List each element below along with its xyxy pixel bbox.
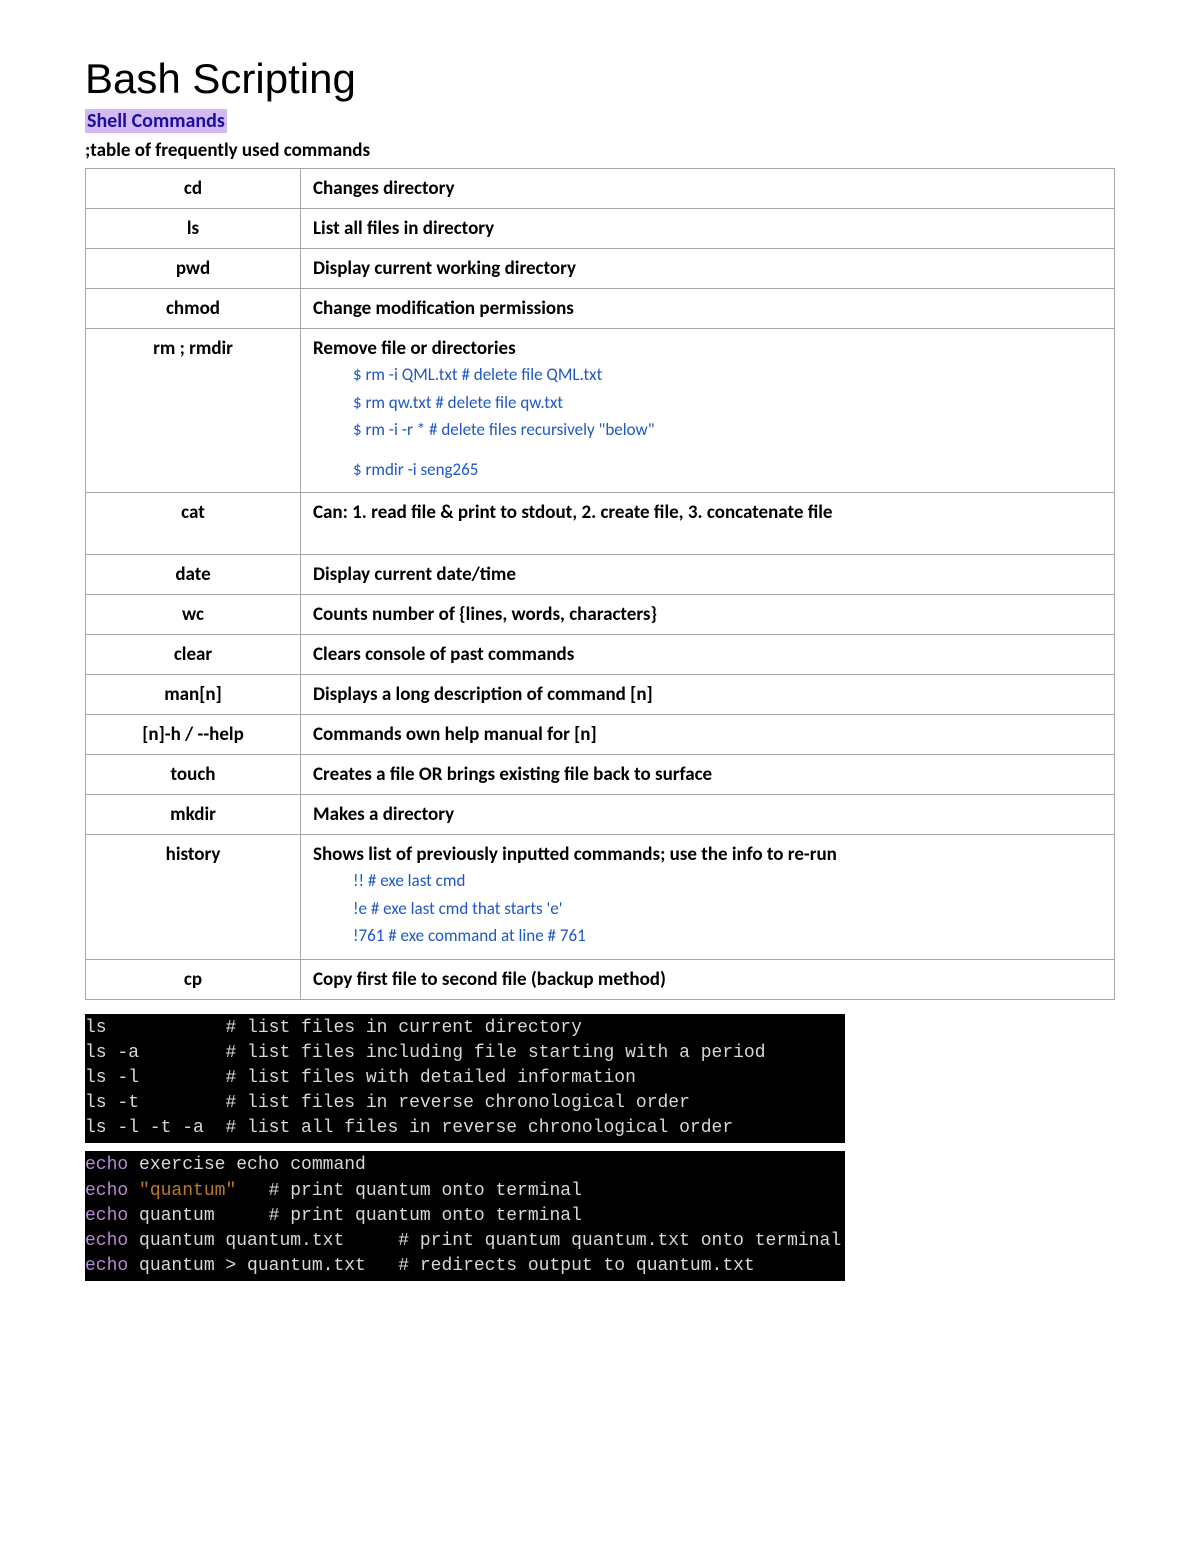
command-description-cell: Commands own help manual for [n] [301,715,1115,755]
table-row: clear Clears console of past commands [86,635,1115,675]
inline-code-line: $ rm -i -r * # delete files recursively … [353,417,1102,443]
table-row: man[n] Displays a long description of com… [86,675,1115,715]
table-row: wc Counts number of {lines, words, charac… [86,595,1115,635]
command-description-text: Shows list of previously inputted comman… [313,843,1102,866]
table-row: pwd Display current working directory [86,249,1115,289]
command-name-cell: ls [86,209,301,249]
command-description-text: Clears console of past commands [313,643,1102,666]
inline-code-line: !! # exe last cmd [353,868,1102,894]
table-row: rm ; rmdirRemove file or directories$ rm… [86,329,1115,493]
command-name-cell: cat [86,493,301,555]
command-name-cell: man[n] [86,675,301,715]
command-description-text: Display current date/time [313,563,1102,586]
table-row: history Shows list of previously inputted… [86,835,1115,960]
table-row: cat Can: 1. read file & print to stdout, … [86,493,1115,555]
inline-code-line: !e # exe last cmd that starts 'e' [353,896,1102,922]
command-description-text: Commands own help manual for [n] [313,723,1102,746]
command-description-text: Can: 1. read file & print to stdout, 2. … [313,501,1102,524]
section-heading-shell-commands: Shell Commands [85,109,227,133]
command-name-cell: mkdir [86,795,301,835]
command-name-cell: chmod [86,289,301,329]
command-description-text: Creates a file OR brings existing file b… [313,763,1102,786]
terminal-echo-examples: echo exercise echo command echo "quantum… [85,1151,845,1281]
command-name-cell: history [86,835,301,960]
document-page: Bash Scripting Shell Commands ;table of … [0,0,1200,1349]
page-title: Bash Scripting [85,55,1115,103]
inline-code-line: !761 # exe command at line # 761 [353,923,1102,949]
command-description-cell: Copy first file to second file (backup m… [301,959,1115,999]
command-description-text: Change modification permissions [313,297,1102,320]
command-name-cell: wc [86,595,301,635]
command-name-cell: cd [86,169,301,209]
command-description-text: Displays a long description of command [… [313,683,1102,706]
commands-table: cd Changes directory ls List all files in d… [85,168,1115,1000]
command-name-cell: pwd [86,249,301,289]
command-name-cell: cp [86,959,301,999]
command-description-cell: Display current working directory [301,249,1115,289]
table-row: cp Copy first file to second file (backup… [86,959,1115,999]
command-description-cell: Can: 1. read file & print to stdout, 2. … [301,493,1115,555]
command-description-cell: Change modification permissions [301,289,1115,329]
inline-code-line: $ rm -i QML.txt # delete file QML.txt [353,362,1102,388]
command-description-cell: Changes directory [301,169,1115,209]
command-description-cell: Makes a directory [301,795,1115,835]
command-description-text: Makes a directory [313,803,1102,826]
command-description-text: Display current working directory [313,257,1102,280]
command-description-cell: Counts number of {lines, words, characte… [301,595,1115,635]
command-description-text: Changes directory [313,177,1102,200]
command-name-cell: touch [86,755,301,795]
table-row: chmod Change modification permissions [86,289,1115,329]
table-caption: ;table of frequently used commands [85,139,1115,162]
command-description-text: List all files in directory [313,217,1102,240]
table-row: mkdir Makes a directory [86,795,1115,835]
inline-code-line: $ rm qw.txt # delete file qw.txt [353,390,1102,416]
table-row: date Display current date/time [86,555,1115,595]
command-name-cell: [n]-h / --help [86,715,301,755]
table-row: ls List all files in directory [86,209,1115,249]
inline-code-line: $ rmdir -i seng265 [353,457,1102,483]
command-description-cell: Clears console of past commands [301,635,1115,675]
command-name-cell: clear [86,635,301,675]
terminal-ls-examples: ls # list files in current directory ls … [85,1014,845,1144]
command-description-cell: Remove file or directories$ rm -i QML.tx… [301,329,1115,493]
command-description-text: Counts number of {lines, words, characte… [313,603,1102,626]
command-description-cell: Display current date/time [301,555,1115,595]
command-description-text: Remove file or directories [313,337,1102,360]
command-name-cell: rm ; rmdir [86,329,301,493]
code-gap [313,445,1102,455]
command-description-cell: Shows list of previously inputted comman… [301,835,1115,960]
table-row: cd Changes directory [86,169,1115,209]
command-description-text: Copy first file to second file (backup m… [313,968,1102,991]
command-description-cell: List all files in directory [301,209,1115,249]
command-description-cell: Displays a long description of command [… [301,675,1115,715]
table-row: touch Creates a file OR brings existing f… [86,755,1115,795]
command-description-cell: Creates a file OR brings existing file b… [301,755,1115,795]
table-row: [n]-h / --help Commands own help manual f… [86,715,1115,755]
command-name-cell: date [86,555,301,595]
